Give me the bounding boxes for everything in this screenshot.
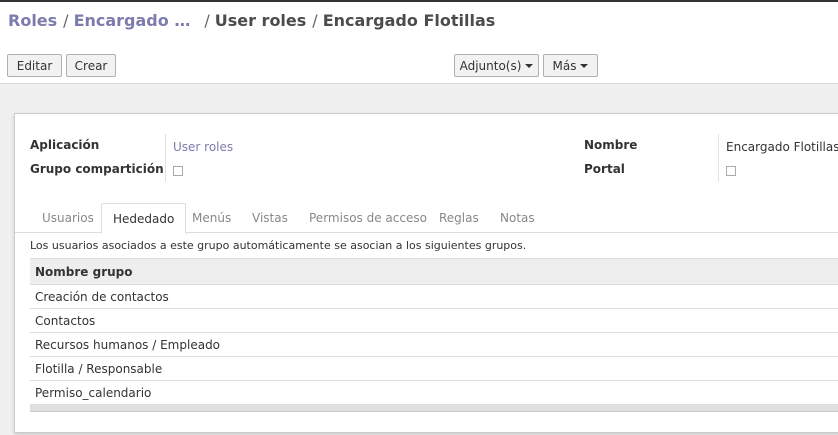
tab-permisos-de-acceso[interactable]: Permisos de acceso [309,203,427,233]
share-group-checkbox[interactable] [173,166,183,176]
application-label: Aplicación [30,138,100,152]
application-value[interactable]: User roles [173,140,233,154]
share-group-label: Grupo compartición [30,162,164,176]
column-header-group-name[interactable]: Nombre grupo [30,258,838,285]
more-dropdown[interactable]: Más [543,54,598,77]
tab-menus[interactable]: Menús [192,203,231,233]
tab-reglas[interactable]: Reglas [439,203,479,233]
table-footer [30,405,838,412]
table-row[interactable]: Flotilla / Responsable [30,357,838,381]
tab-vistas[interactable]: Vistas [252,203,288,233]
name-value: Encargado Flotillas [726,140,838,154]
field-divider [718,134,719,182]
breadcrumb-separator: / [312,11,318,30]
more-label: Más [552,58,577,73]
field-divider [165,134,166,182]
inherited-groups-table: Nombre grupo Creación de contactos Conta… [30,258,838,412]
attachments-dropdown[interactable]: Adjunto(s) [454,54,539,77]
name-label: Nombre [584,138,638,152]
control-panel: Roles / Encargado … / User roles / Encargado F… [0,0,838,84]
caret-down-icon [580,63,589,68]
table-row[interactable]: Permiso_calendario [30,381,838,405]
tab-description: Los usuarios asociados a este grupo auto… [30,239,527,252]
breadcrumb: Roles / Encargado … / User roles / Encargado F… [8,11,495,30]
create-button[interactable]: Crear [66,54,116,77]
tab-hededado[interactable]: Hededado [101,203,187,234]
tab-notas[interactable]: Notas [500,203,535,233]
table-row[interactable]: Contactos [30,309,838,333]
table-row[interactable]: Recursos humanos / Empleado [30,333,838,357]
breadcrumb-separator: / [204,11,210,30]
breadcrumb-encargado[interactable]: Encargado … [74,11,191,30]
form-sheet: Aplicación Grupo compartición User roles… [14,113,838,433]
notebook-tabs: Usuarios Hededado Menús Vistas Permisos … [15,203,838,234]
breadcrumb-roles[interactable]: Roles [8,11,57,30]
caret-down-icon [525,63,534,68]
edit-button[interactable]: Editar [7,54,62,77]
portal-checkbox[interactable] [726,166,736,176]
breadcrumb-current: Encargado Flotillas [322,11,496,30]
attachments-label: Adjunto(s) [459,58,522,73]
tab-usuarios[interactable]: Usuarios [42,203,94,233]
breadcrumb-separator: / [63,11,69,30]
portal-label: Portal [584,162,625,176]
breadcrumb-user-roles: User roles [214,11,307,30]
table-row[interactable]: Creación de contactos [30,285,838,309]
